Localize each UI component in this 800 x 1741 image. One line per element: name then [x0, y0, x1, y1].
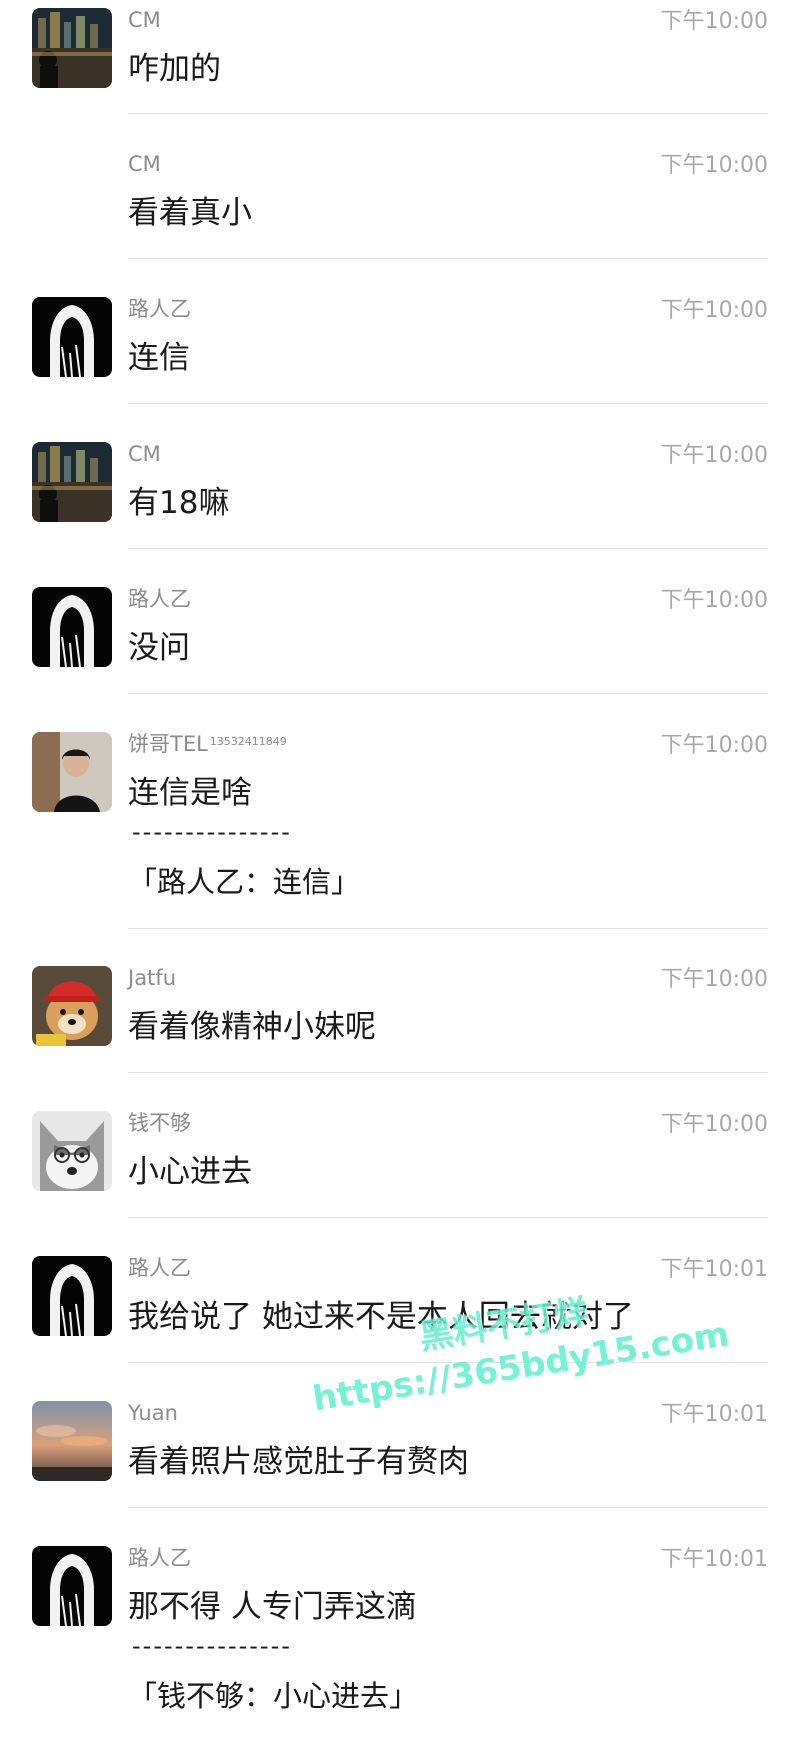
- message-divider: [128, 1217, 768, 1218]
- sunset-sky-avatar[interactable]: [32, 1401, 112, 1481]
- sender-name: CM: [128, 152, 161, 176]
- sender-nickname: 饼哥TEL: [128, 732, 208, 756]
- message-time: 下午10:01: [660, 1402, 768, 1427]
- message-time: 下午10:00: [660, 298, 768, 323]
- message-text[interactable]: 看着像精神小妹呢: [128, 1006, 376, 1048]
- message-text[interactable]: 连信是啥: [128, 772, 252, 814]
- message-text[interactable]: 连信: [128, 337, 190, 379]
- message-text[interactable]: 那不得 人专门弄这滴: [128, 1586, 417, 1628]
- message-text[interactable]: 咋加的: [128, 48, 221, 90]
- sender-name: Jatfu: [128, 966, 176, 990]
- message-divider: [128, 1507, 768, 1508]
- quote-separator: ---------------: [132, 818, 292, 846]
- city-night-avatar[interactable]: [32, 8, 112, 88]
- message-time: 下午10:00: [660, 588, 768, 613]
- sender-name: 路人乙: [128, 297, 191, 321]
- message-time: 下午10:00: [660, 9, 768, 34]
- message-time: 下午10:00: [660, 967, 768, 992]
- sender-name: CM: [128, 8, 161, 32]
- message-divider: [128, 258, 768, 259]
- sender-name: 饼哥TEL 13532411849: [128, 730, 287, 758]
- hooded-figure-avatar[interactable]: [32, 1256, 112, 1336]
- sender-name: CM: [128, 442, 161, 466]
- hooded-figure-avatar[interactable]: [32, 297, 112, 377]
- message-text[interactable]: 看着真小: [128, 192, 252, 234]
- dog-red-cap-avatar[interactable]: [32, 966, 112, 1046]
- message-text[interactable]: 有18嘛: [128, 482, 229, 524]
- quote-separator: ---------------: [132, 1632, 292, 1660]
- message-divider: [128, 1362, 768, 1363]
- message-time: 下午10:01: [660, 1547, 768, 1572]
- message-divider: [128, 693, 768, 694]
- sender-name: Yuan: [128, 1401, 178, 1425]
- quoted-message[interactable]: 「钱不够：小心进去」: [128, 1676, 418, 1716]
- sender-name: 路人乙: [128, 587, 191, 611]
- hooded-figure-avatar[interactable]: [32, 1546, 112, 1626]
- message-time: 下午10:00: [660, 1112, 768, 1137]
- sender-name: 路人乙: [128, 1546, 191, 1570]
- message-time: 下午10:00: [660, 153, 768, 178]
- quoted-message[interactable]: 「路人乙：连信」: [128, 862, 360, 902]
- message-divider: [128, 403, 768, 404]
- message-divider: [128, 1072, 768, 1073]
- sender-tag: 13532411849: [209, 735, 287, 748]
- husky-glasses-avatar[interactable]: [32, 1111, 112, 1191]
- message-divider: [128, 113, 768, 114]
- message-divider: [128, 928, 768, 929]
- message-text[interactable]: 看着照片感觉肚子有赘肉: [128, 1441, 469, 1483]
- message-time: 下午10:01: [660, 1257, 768, 1282]
- hooded-figure-avatar[interactable]: [32, 587, 112, 667]
- message-text[interactable]: 没问: [128, 627, 190, 669]
- message-divider: [128, 548, 768, 549]
- man-portrait-avatar[interactable]: [32, 732, 112, 812]
- message-text[interactable]: 我给说了 她过来不是本人回去就对了: [128, 1296, 634, 1338]
- message-time: 下午10:00: [660, 733, 768, 758]
- sender-name: 钱不够: [128, 1111, 191, 1135]
- message-time: 下午10:00: [660, 443, 768, 468]
- sender-name: 路人乙: [128, 1256, 191, 1280]
- city-night-avatar[interactable]: [32, 442, 112, 522]
- message-text[interactable]: 小心进去: [128, 1151, 252, 1193]
